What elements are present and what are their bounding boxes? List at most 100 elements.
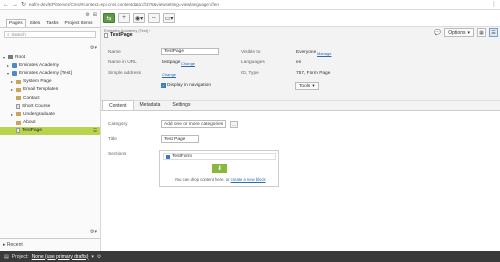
url-label: Name in URL [108,60,137,65]
preview-button[interactable]: ◉▾ [133,13,145,23]
navigation-pane: ⚙ ⊞ Pages Sites Tasks Project Items ⌕ Se… [0,10,101,251]
gear-icon[interactable]: ⚙ [85,12,89,18]
expand-toggle-icon[interactable]: ▸ [10,79,14,84]
name-field[interactable]: TestPage [161,48,219,55]
expand-toggle-icon[interactable]: ▸ [10,87,14,92]
add-button[interactable]: + [118,13,130,23]
search-input[interactable]: ⌕ Search [4,31,96,38]
recent-label: Recent [6,242,23,248]
editing-toolbar: ⇆ + ◉▾ ⇔ ▭▾ [101,10,500,27]
tree-node[interactable]: ▸ Email Templates [0,86,100,94]
tree-node-label: Email Templates [23,87,59,93]
name-label: Name [108,50,121,55]
tree-node[interactable]: TestPage ☰ [0,126,100,135]
checkmark-icon: ✓ [161,83,166,89]
grid-icon: ▦ [479,29,484,36]
monitor-icon: ▭▾ [164,15,174,22]
expand-toggle-icon[interactable]: ▸ [6,63,10,68]
back-arrow-icon[interactable]: ← [3,2,9,8]
compare-button[interactable]: ⇔ [148,13,160,23]
publish-button[interactable]: ⇆ [103,13,115,23]
url-field[interactable]: eafm-dev/EPiServer/Cms/#context=epi.cms.… [29,2,488,7]
tree-node[interactable]: ▸ System Page [0,78,100,86]
tree-node-label: TestPage [22,128,42,134]
tree-bottom-gear-icon[interactable]: ⚙▾ [90,229,97,235]
options-button[interactable]: Options ▾ [444,28,474,37]
all-properties-button[interactable]: ☰ [489,28,498,37]
languages-value: en [296,60,302,65]
tab-settings[interactable]: Settings [166,100,196,110]
tab-metadata[interactable]: Metadata [134,100,167,110]
pin-icon[interactable]: ⊞ [93,12,97,18]
tree-node[interactable]: About [0,119,100,127]
tree-node[interactable]: ▸ Undergraduate [0,110,100,118]
simple-address-change-link[interactable]: Change [162,72,176,77]
expand-toggle-icon[interactable]: ▾ [2,55,6,60]
forward-arrow-icon[interactable]: → [12,2,18,8]
tree-node-label: Root [15,54,26,60]
manage-link[interactable]: Manage [317,51,331,56]
title-field[interactable]: Test Page [161,135,199,143]
tree-node[interactable]: Contact [0,94,100,102]
folder-icon [16,112,21,117]
tree-node-label: Contact [23,95,40,101]
project-bar-icon: ▤ [4,253,9,260]
page-icon [104,32,108,38]
block-item[interactable]: TestForm [163,153,276,160]
plus-icon: + [122,15,126,21]
context-menu-icon[interactable]: ☰ [93,128,97,134]
category-picker-button[interactable]: … [230,120,238,128]
properties-panel: Name TestPage Name in URL testpage Chang… [101,39,500,101]
tree-settings-gear-icon[interactable]: ⚙▾ [90,45,97,51]
page-title-text: TestPage [110,32,133,38]
browser-url-bar: ← → ↻ eafm-dev/EPiServer/Cms/#context=ep… [0,0,500,10]
tab-project-items[interactable]: Project Items [63,20,95,27]
languages-label: Languages [241,60,265,65]
id-type-label: ID, Type [241,71,259,76]
chevron-down-icon[interactable]: ▾ [91,254,94,260]
sections-content-area[interactable]: TestForm ⬇ You can drop content here, or… [159,150,279,187]
page-tree: ▾ Root ▸ Emirates Academy ▾ Emirates Academy … [0,53,100,135]
device-button[interactable]: ▭▾ [163,13,175,23]
tab-pages[interactable]: Pages [6,19,26,27]
tools-button[interactable]: Tools ▾ [295,82,319,90]
comment-icon[interactable]: 💬 [434,30,441,36]
root-icon [8,55,13,60]
project-selector[interactable]: None (use primary drafts) [32,254,89,260]
id-type-value: 757, Form Page [296,71,331,76]
ellipsis-icon: … [232,121,236,127]
expand-toggle-icon[interactable]: ▾ [6,71,10,76]
category-field[interactable]: Add one or more categories [161,120,226,128]
drop-text: You can drop content here, or [174,177,230,182]
eye-icon: ◉▾ [134,15,144,22]
folder-icon [16,120,21,125]
tab-tasks[interactable]: Tasks [44,20,60,27]
content-form: Category Add one or more categories … Ti… [101,111,500,251]
reload-icon[interactable]: ↻ [21,1,26,8]
site-icon [12,70,17,76]
tree-node-label: Emirates Academy [19,62,59,68]
tree-node[interactable]: Short Course [0,102,100,110]
browser-menu-icon[interactable]: ⋮ [491,1,497,8]
tree-node-label: Undergraduate [23,111,56,117]
url-change-link[interactable]: Change [181,61,195,66]
create-new-block-link[interactable]: create a new block [231,177,266,182]
tree-node[interactable]: ▾ Root [0,53,100,61]
display-in-navigation-checkbox[interactable]: ✓ Display in navigation [161,83,211,88]
recent-section[interactable]: ▸ Recent [0,238,100,251]
options-label: Options [448,29,466,36]
visible-to-label: Visible to [241,50,261,55]
page-icon [16,128,20,134]
title-label: Title [108,137,117,142]
pane-tabs: Pages Sites Tasks Project Items [0,19,100,28]
tree-node-label: About [23,120,36,126]
on-page-edit-button[interactable]: ▦ [477,28,486,37]
expand-toggle-icon[interactable]: ▸ [10,112,14,117]
tree-node[interactable]: ▾ Emirates Academy [Test] [0,69,100,77]
tree-node[interactable]: ▸ Emirates Academy [0,61,100,69]
gear-icon[interactable]: ⚙ [97,254,101,260]
tab-sites[interactable]: Sites [28,20,43,27]
sections-label: Sections [108,152,127,157]
tab-content[interactable]: Content [102,100,134,110]
visible-to-value: Everyone [296,50,317,55]
